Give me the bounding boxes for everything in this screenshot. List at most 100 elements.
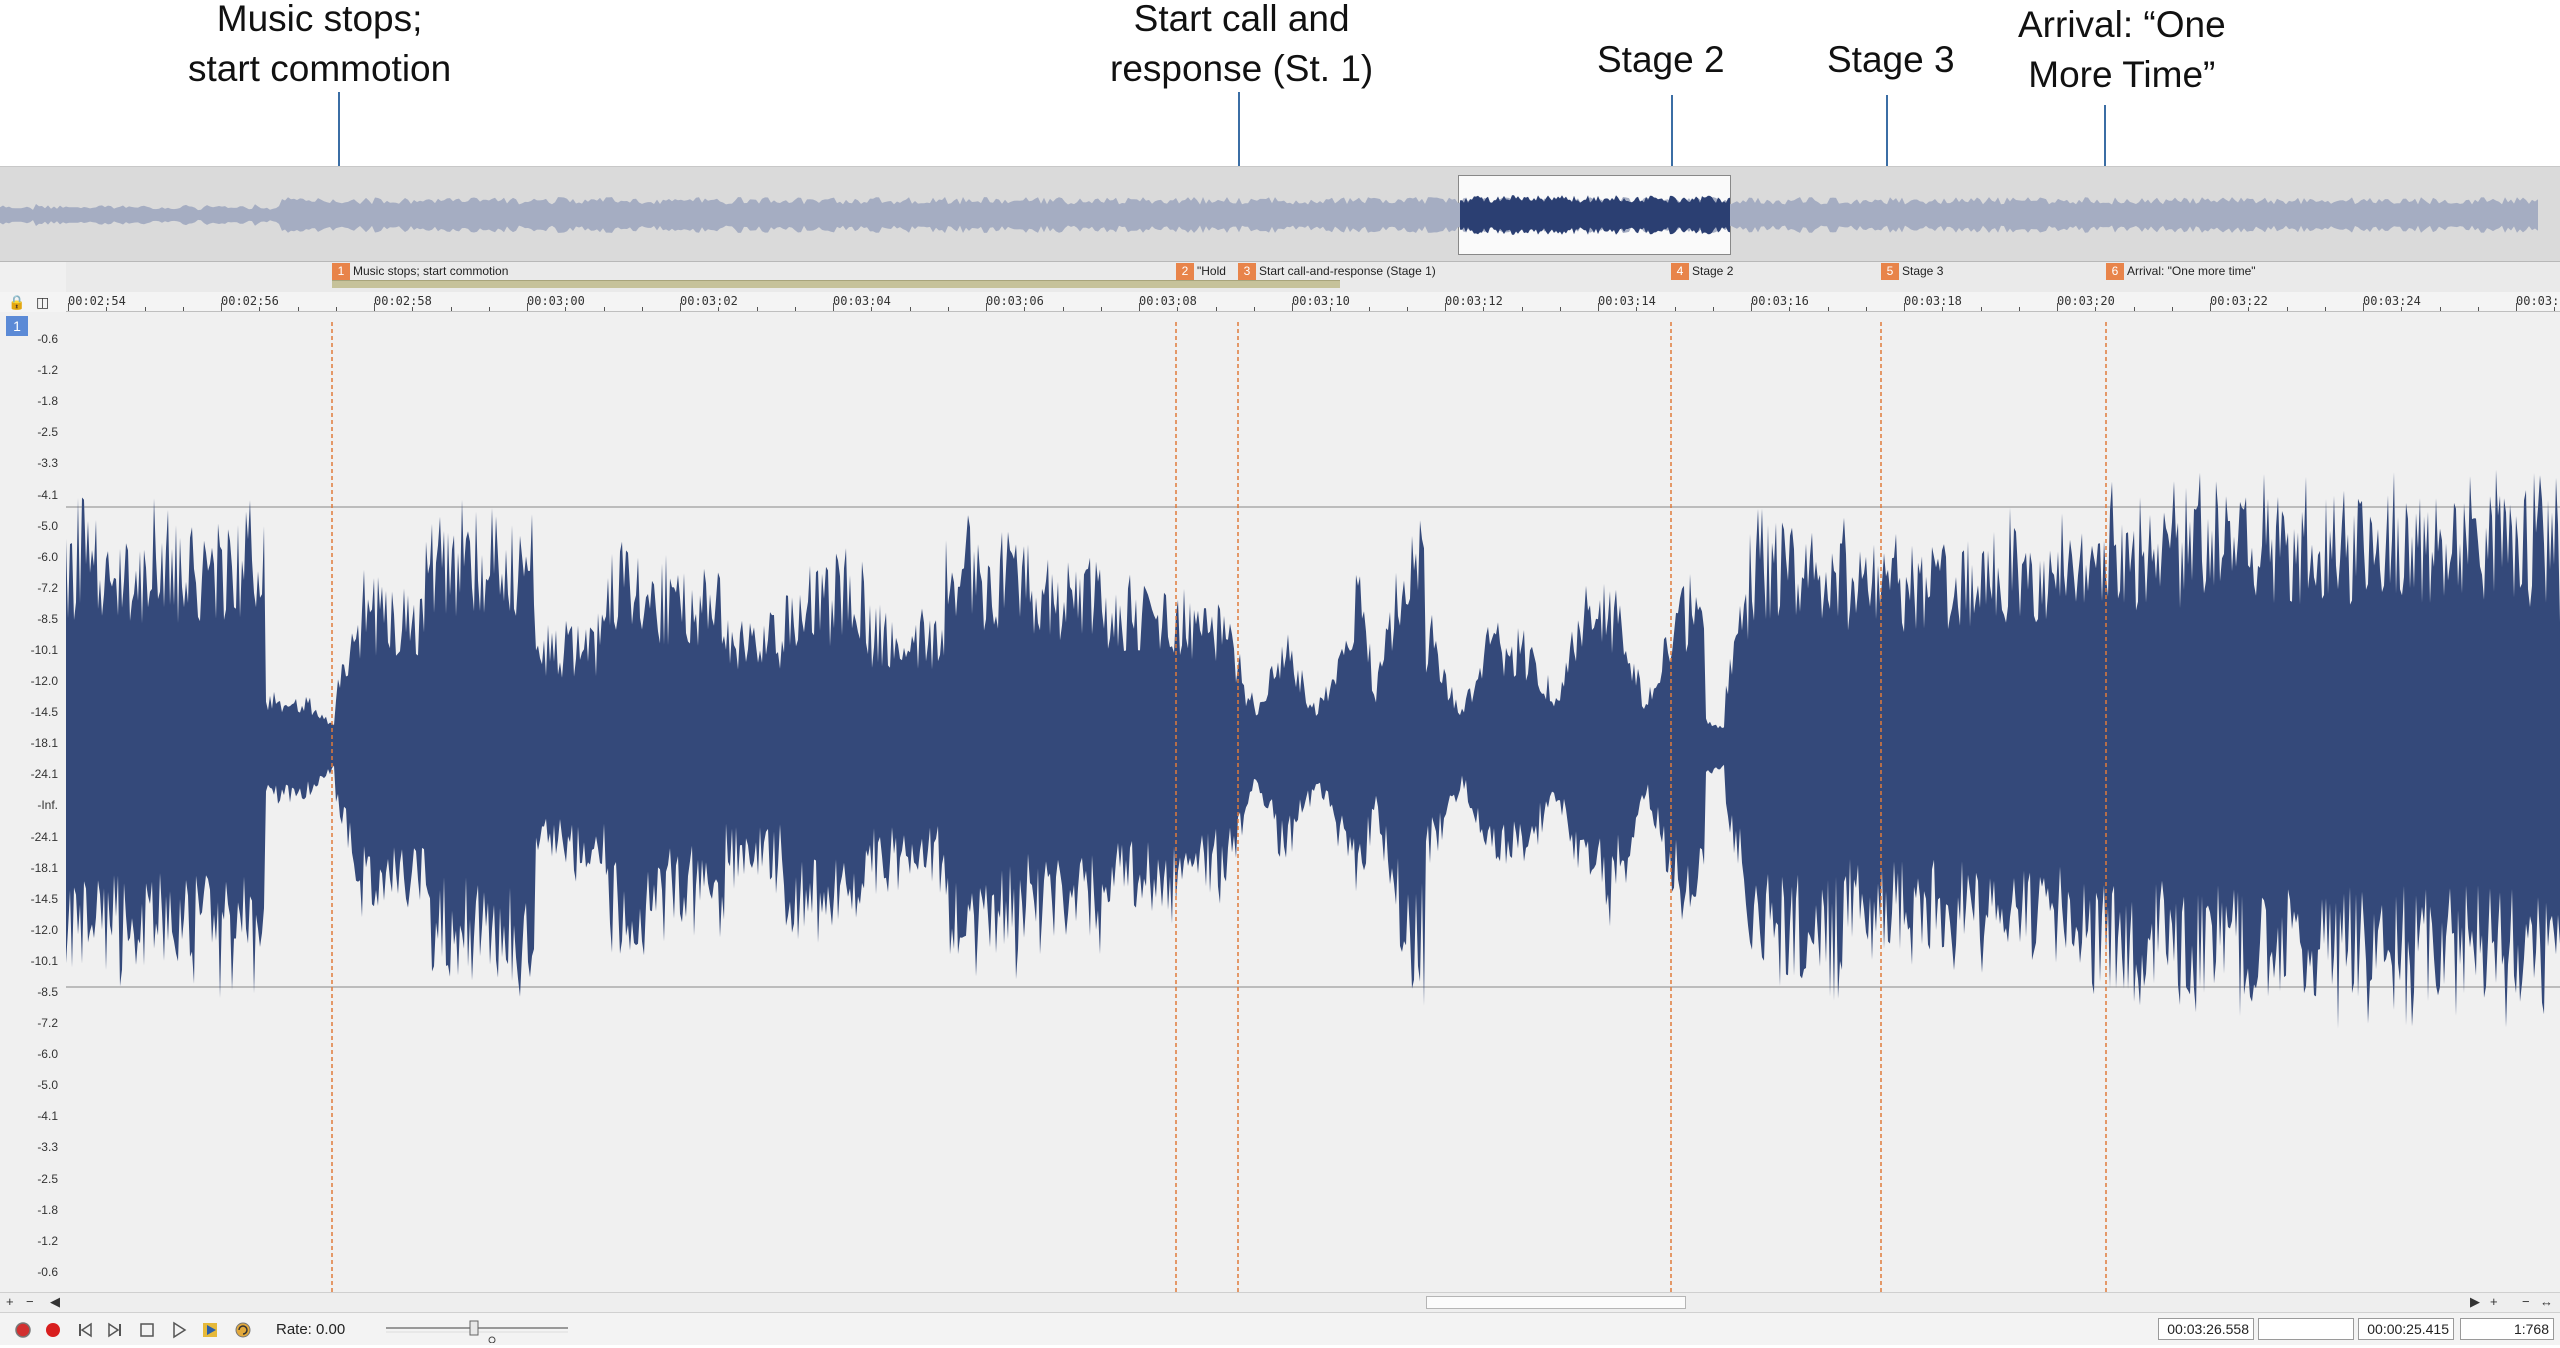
ruler-time-label: 00:03:04 xyxy=(833,294,891,308)
loop-icon[interactable] xyxy=(232,1319,254,1341)
annotation-stage-2: Stage 2 xyxy=(1597,39,1725,80)
marker-label: Music stops; start commotion xyxy=(353,264,509,278)
ruler-tick xyxy=(1139,303,1140,311)
ruler-tick xyxy=(1406,307,1408,311)
ruler-time-label: 00:02:58 xyxy=(374,294,432,308)
ruler-time-label: 00:03:02 xyxy=(680,294,738,308)
scroll-left-icon[interactable]: ◀ xyxy=(50,1294,60,1310)
ruler-tick xyxy=(2324,307,2326,311)
scrollbar-thumb[interactable] xyxy=(1426,1296,1686,1309)
ruler-tick xyxy=(1521,307,1523,311)
ruler-tick xyxy=(718,307,720,311)
zoom-out-icon[interactable]: − xyxy=(2522,1294,2530,1309)
ruler-tick xyxy=(259,307,261,311)
annotation-pointer-music-stops xyxy=(338,92,340,166)
db-scale-label: -14.5 xyxy=(30,891,58,906)
db-scale-label: -2.5 xyxy=(37,425,58,440)
ruler-time-label: 00:03:22 xyxy=(2210,294,2268,308)
audio-waveform xyxy=(66,469,2560,1029)
waveform-editor: 🔒 ◫ 1 Music stops; start commotion 2 "Ho… xyxy=(0,262,2560,1312)
stop-icon[interactable] xyxy=(136,1319,158,1341)
db-scale-label: -1.2 xyxy=(37,363,58,378)
time-ruler[interactable]: 00:02:54 00:02:56 00:02:58 00:03:00 00:03:02… xyxy=(66,292,2560,312)
ruler-tick xyxy=(374,303,375,311)
ruler-tick xyxy=(680,303,681,311)
transport-bar: Rate: 0.00 00:03:26.558 00:00:25.415 1:7… xyxy=(0,1312,2560,1345)
ruler-time-label: 00:03:10 xyxy=(1292,294,1350,308)
waveform-display[interactable] xyxy=(66,322,2560,1292)
go-to-end-icon[interactable] xyxy=(104,1319,126,1341)
annotation-pointer-arrival xyxy=(2104,105,2106,166)
selection-length-readout[interactable]: 00:00:25.415 xyxy=(2358,1318,2454,1340)
rate-slider[interactable] xyxy=(384,1319,570,1344)
ruler-tick xyxy=(2516,303,2517,311)
ruler-tick xyxy=(794,307,796,311)
ruler-tick xyxy=(909,307,911,311)
zoom-ratio-readout[interactable]: 1:768 xyxy=(2460,1318,2554,1340)
ruler-tick xyxy=(603,307,605,311)
lock-icon[interactable]: 🔒 xyxy=(8,294,25,311)
zoom-in-icon[interactable]: + xyxy=(6,1294,14,1309)
zoom-fit-icon[interactable]: ↔ xyxy=(2540,1294,2553,1309)
ruler-tick xyxy=(2477,307,2479,311)
ruler-tick xyxy=(1904,303,1905,311)
ruler-time-label: 00:03:24 xyxy=(2363,294,2421,308)
zoom-out-icon[interactable]: − xyxy=(26,1294,34,1309)
db-scale-label: -14.5 xyxy=(30,705,58,720)
scroll-right-icon[interactable]: ▶ xyxy=(2470,1294,2480,1310)
db-scale-label: -18.1 xyxy=(30,736,58,751)
marker-1[interactable]: 1 Music stops; start commotion xyxy=(332,262,508,280)
ruler-tick xyxy=(1368,307,1370,311)
db-scale-label: -6.0 xyxy=(37,1047,58,1062)
ruler-tick xyxy=(1942,307,1944,311)
marker-6[interactable]: 6 Arrival: "One more time" xyxy=(2106,262,2256,280)
marker-number: 4 xyxy=(1671,262,1689,280)
snap-icon[interactable]: ◫ xyxy=(36,294,49,311)
play-icon[interactable] xyxy=(168,1319,190,1341)
db-scale-label: -10.1 xyxy=(30,642,58,657)
record-arm-icon[interactable] xyxy=(12,1319,34,1341)
marker-2[interactable]: 2 "Hold xyxy=(1176,262,1226,280)
go-to-start-icon[interactable] xyxy=(74,1319,96,1341)
ruler-tick xyxy=(1215,307,1217,311)
marker-3[interactable]: 3 Start call-and-response (Stage 1) xyxy=(1238,262,1436,280)
overview-waveform[interactable] xyxy=(0,166,2560,262)
ruler-tick xyxy=(1712,307,1714,311)
db-scale-label: -24.1 xyxy=(30,829,58,844)
db-scale-label: -10.1 xyxy=(30,953,58,968)
ruler-tick xyxy=(1827,307,1829,311)
marker-label: Stage 3 xyxy=(1902,264,1944,278)
selection-start-readout[interactable] xyxy=(2258,1318,2354,1340)
ruler-tick xyxy=(221,303,222,311)
annotation-pointer-stage-3 xyxy=(1886,95,1888,166)
play-all-icon[interactable] xyxy=(200,1319,222,1341)
marker-number: 5 xyxy=(1881,262,1899,280)
marker-number: 3 xyxy=(1238,262,1256,280)
ruler-tick xyxy=(1253,307,1255,311)
db-scale-label: -2.5 xyxy=(37,1171,58,1186)
ruler-tick xyxy=(1483,307,1485,311)
ruler-tick xyxy=(2018,307,2020,311)
zoom-in-icon[interactable]: + xyxy=(2490,1294,2498,1309)
marker-4[interactable]: 4 Stage 2 xyxy=(1671,262,1733,280)
ruler-tick xyxy=(2057,303,2058,311)
ruler-tick xyxy=(1330,307,1332,311)
ruler-tick xyxy=(144,307,146,311)
ruler-tick xyxy=(335,307,337,311)
ruler-time-label: 00:02:54 xyxy=(68,294,126,308)
ruler-tick xyxy=(565,307,567,311)
marker-bar[interactable]: 1 Music stops; start commotion 2 "Hold 3… xyxy=(66,262,2560,292)
ruler-time-label: 00:03:06 xyxy=(986,294,1044,308)
ruler-tick xyxy=(2133,307,2135,311)
ruler-time-label: 00:02:56 xyxy=(221,294,279,308)
ruler-tick xyxy=(1598,303,1599,311)
marker-5[interactable]: 5 Stage 3 xyxy=(1881,262,1943,280)
marker-label: Stage 2 xyxy=(1692,264,1734,278)
db-scale-label: -3.3 xyxy=(37,456,58,471)
horizontal-scrollbar[interactable]: + − ◀ ▶ + − ↔ xyxy=(0,1292,2560,1312)
ruler-tick xyxy=(641,307,643,311)
cursor-position-readout[interactable]: 00:03:26.558 xyxy=(2158,1318,2254,1340)
annotation-music-stops: Music stops; start commotion xyxy=(188,0,452,89)
record-icon[interactable] xyxy=(42,1319,64,1341)
marker-number: 2 xyxy=(1176,262,1194,280)
